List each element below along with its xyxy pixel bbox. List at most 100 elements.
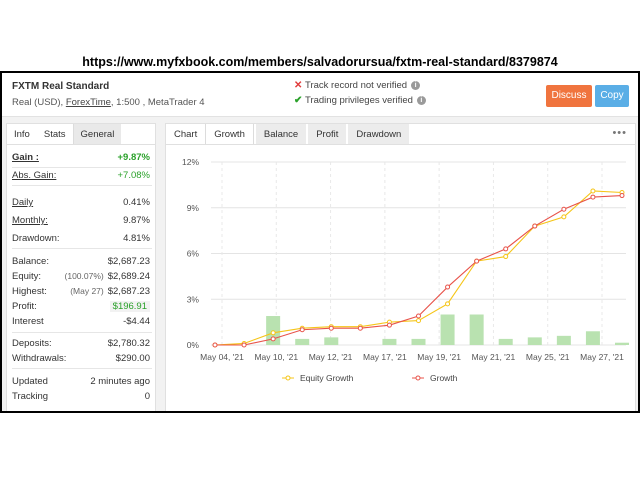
- balance-label: Balance:: [12, 256, 49, 267]
- monthly-label[interactable]: Monthly:: [12, 215, 48, 226]
- tracking-label: Tracking: [12, 391, 49, 402]
- abs-gain-value: +7.08%: [117, 170, 151, 181]
- growth-point: [299, 327, 305, 333]
- equity-growth-point: [590, 188, 596, 194]
- x-tick-label: May 19, '21: [417, 352, 461, 362]
- profit-value: $196.91: [109, 301, 150, 312]
- divider: [12, 185, 152, 186]
- legend-marker: [285, 375, 291, 381]
- growth-bar: [440, 314, 455, 345]
- x-tick-label: May 12, '21: [309, 352, 353, 362]
- url-caption: https://www.myfxbook.com/members/salvado…: [82, 55, 558, 69]
- track-record-status: ✕ Track record not verified i: [294, 80, 421, 91]
- check-icon: ✔: [294, 95, 303, 106]
- tab-general[interactable]: General: [72, 124, 122, 144]
- stat-deposits: Deposits: $2,780.32: [12, 338, 150, 349]
- growth-point: [532, 223, 538, 229]
- drawdown-label: Drawdown:: [12, 233, 60, 244]
- cross-icon: ✕: [294, 80, 303, 91]
- daily-value: 0.41%: [123, 197, 150, 208]
- updated-value: 2 minutes ago: [90, 376, 150, 387]
- stat-drawdown: Drawdown: 4.81%: [12, 233, 150, 244]
- tab-growth[interactable]: Growth: [205, 124, 254, 144]
- equity-growth-point: [561, 214, 567, 220]
- copy-button[interactable]: Copy: [595, 85, 629, 107]
- equity-growth-point: [270, 330, 276, 336]
- stat-tracking: Tracking 0: [12, 391, 150, 402]
- stat-withdrawals: Withdrawals: $290.00: [12, 353, 150, 364]
- gain-value: +9.87%: [117, 152, 151, 163]
- tab-profit[interactable]: Profit: [308, 124, 347, 144]
- growth-bar: [411, 338, 426, 345]
- tab-balance[interactable]: Balance: [255, 124, 307, 144]
- highest-note: (May 27): [70, 286, 104, 296]
- growth-point: [561, 206, 567, 212]
- trading-privileges-text: Trading privileges verified: [305, 95, 413, 106]
- tracking-value: 0: [144, 391, 150, 402]
- growth-bar: [295, 338, 310, 345]
- equity-growth-point: [445, 301, 451, 307]
- account-subtitle: Real (USD), ForexTime, 1:500 , MetaTrade…: [12, 97, 205, 108]
- x-tick-label: May 04, '21: [200, 352, 244, 362]
- stat-abs-gain: Abs. Gain: +7.08%: [12, 170, 150, 181]
- screenshot-frame: FXTM Real Standard Real (USD), ForexTime…: [0, 71, 640, 413]
- growth-point: [386, 322, 392, 328]
- deposits-label: Deposits:: [12, 338, 52, 349]
- info-icon[interactable]: i: [416, 96, 426, 105]
- x-tick-label: May 27, '21: [580, 352, 624, 362]
- profit-label: Profit:: [12, 301, 37, 312]
- highest-value: $2,687.23: [107, 286, 150, 297]
- growth-bar: [585, 331, 600, 345]
- drawdown-value: 4.81%: [123, 233, 150, 244]
- x-tick-label: May 21, '21: [472, 352, 516, 362]
- discuss-button[interactable]: Discuss: [546, 85, 592, 107]
- gain-label[interactable]: Gain :: [12, 152, 39, 163]
- growth-point: [270, 336, 276, 342]
- growth-bar: [324, 337, 339, 345]
- tab-chart[interactable]: Chart: [166, 124, 205, 144]
- growth-point: [416, 313, 421, 319]
- y-tick-label: 0%: [187, 340, 200, 350]
- tab-stats[interactable]: Stats: [37, 124, 73, 144]
- equity-note: (100.07%): [64, 271, 104, 281]
- stats-panel: Info Stats General Gain : +9.87% Abs. Ga…: [6, 123, 156, 411]
- growth-point: [241, 342, 247, 348]
- growth-bar: [469, 314, 484, 345]
- withdrawals-value: $290.00: [115, 353, 150, 364]
- x-tick-label: May 25, '21: [526, 352, 570, 362]
- daily-label[interactable]: Daily: [12, 197, 33, 208]
- y-tick-label: 3%: [187, 294, 200, 304]
- account-header: FXTM Real Standard Real (USD), ForexTime…: [2, 73, 638, 117]
- equity-label: Equity:: [12, 271, 42, 282]
- growth-bar: [498, 338, 513, 345]
- tab-drawdown[interactable]: Drawdown: [348, 124, 410, 144]
- growth-point: [619, 193, 625, 199]
- broker-link[interactable]: ForexTime: [66, 97, 111, 108]
- growth-chart: 0% 3% 6% 9% 12% May 04, '21 May 10, '21 May 12,…: [182, 157, 629, 383]
- stat-profit: Profit: $196.91: [12, 301, 150, 312]
- growth-bar: [527, 337, 542, 345]
- more-options-icon[interactable]: •••: [612, 127, 627, 139]
- abs-gain-label[interactable]: Abs. Gain:: [12, 170, 56, 181]
- divider: [12, 167, 152, 168]
- divider: [12, 368, 152, 369]
- trading-privileges-status: ✔ Trading privileges verified i: [294, 95, 426, 106]
- stat-equity: Equity: (100.07%) $2,689.24: [12, 271, 150, 282]
- y-tick-label: 6%: [187, 249, 200, 259]
- stat-interest: Interest -$4.44: [12, 316, 150, 327]
- stats-tabs: Info Stats General: [7, 124, 155, 145]
- x-tick-label: May 17, '21: [363, 352, 407, 362]
- chart-panel: Chart Growth Balance Profit Drawdown •••…: [165, 123, 636, 411]
- y-tick-label: 12%: [182, 157, 199, 167]
- y-tick-label: 9%: [187, 203, 200, 213]
- x-tick-label: May 10, '21: [254, 352, 298, 362]
- info-icon[interactable]: i: [411, 81, 421, 90]
- account-name: FXTM Real Standard: [12, 81, 110, 92]
- growth-point: [357, 325, 363, 331]
- tab-info[interactable]: Info: [7, 124, 37, 144]
- legend-label: Growth: [430, 373, 458, 383]
- updated-label: Updated: [12, 376, 48, 387]
- growth-bar: [615, 342, 629, 345]
- growth-bar: [556, 335, 571, 345]
- track-record-text: Track record not verified: [305, 80, 408, 91]
